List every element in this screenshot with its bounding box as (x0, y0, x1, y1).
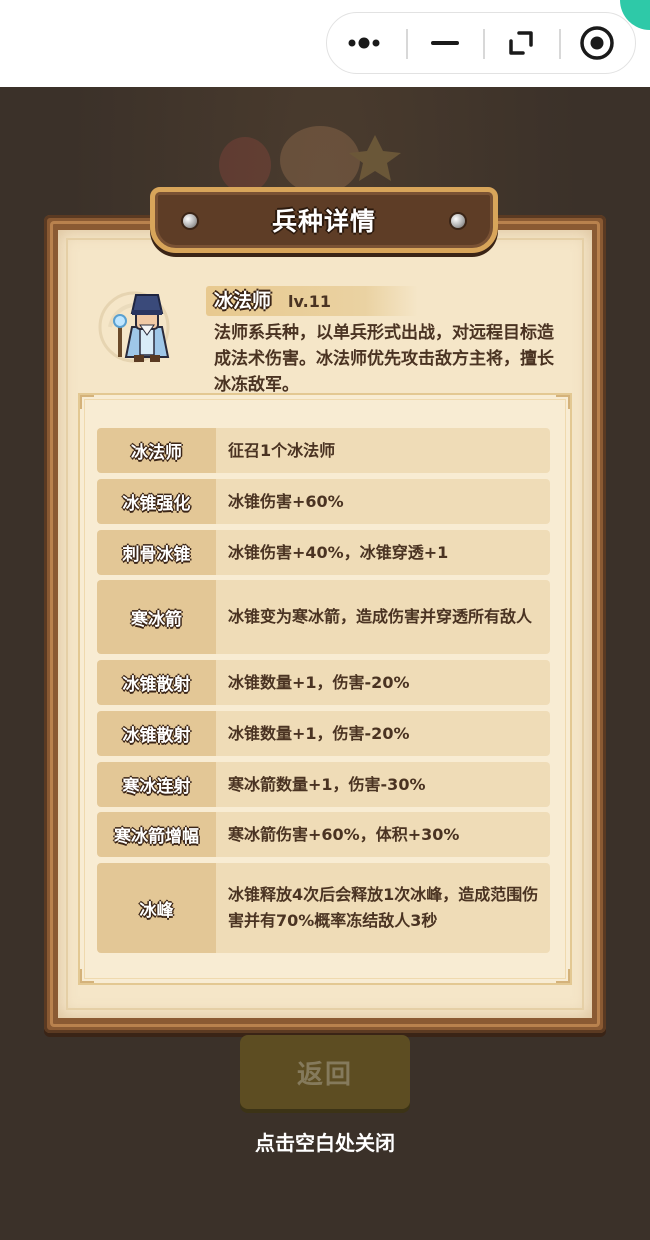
ice-mage-avatar (96, 287, 196, 367)
unit-description: 法师系兵种，以单兵形式出战，对远程目标造成法术伤害。冰法师优先攻击敌方主将，擅长… (214, 323, 554, 395)
skill-row: 寒冰连射 寒冰箭数量+1，伤害-30% (97, 762, 550, 807)
skill-desc: 寒冰箭数量+1，伤害-30% (216, 762, 550, 807)
skill-row: 冰锥散射 冰锥数量+1，伤害-20% (97, 711, 550, 756)
skill-name: 刺骨冰锥 (97, 530, 216, 575)
skill-name: 冰峰 (97, 863, 216, 953)
window-control-capsule (326, 12, 636, 74)
unit-level: lv.11 (288, 292, 331, 311)
skill-row: 寒冰箭增幅 寒冰箭伤害+60%，体积+30% (97, 812, 550, 857)
more-dots-icon[interactable] (327, 13, 405, 72)
skill-name: 冰锥散射 (97, 711, 216, 756)
skill-row: 冰锥散射 冰锥数量+1，伤害-20% (97, 660, 550, 705)
skill-name: 冰锥强化 (97, 479, 216, 524)
mini-program-top-bar (0, 0, 650, 87)
back-button[interactable]: 返回 (240, 1035, 410, 1109)
skill-row: 冰峰 冰锥释放4次后会释放1次冰峰，造成范围伤害并有70%概率冻结敌人3秒 (97, 863, 550, 953)
skill-desc: 冰锥数量+1，伤害-20% (216, 711, 550, 756)
restore-icon[interactable] (484, 13, 558, 72)
target-close-icon[interactable] (560, 13, 634, 72)
back-button-label: 返回 (296, 1059, 353, 1090)
corner-ornament (80, 969, 94, 983)
corner-ornament (556, 969, 570, 983)
skill-desc: 寒冰箭伤害+60%，体积+30% (216, 812, 550, 857)
modal-overlay[interactable]: 兵种详情 冰法师 lv.11 法师系兵种，以单兵形式出战，对远程目标造成法术伤害… (0, 87, 650, 1240)
skill-name: 冰锥散射 (97, 660, 216, 705)
skill-name: 寒冰连射 (97, 762, 216, 807)
skill-name: 冰法师 (97, 428, 216, 473)
minimize-icon[interactable] (407, 13, 483, 72)
skill-desc: 征召1个冰法师 (216, 428, 550, 473)
close-hint: 点击空白处关闭 (255, 1131, 395, 1155)
corner-ornament (556, 395, 570, 409)
unit-name: 冰法师 (214, 290, 272, 312)
skill-desc: 冰锥伤害+40%，冰锥穿透+1 (216, 530, 550, 575)
skill-desc: 冰锥变为寒冰箭，造成伤害并穿透所有敌人 (216, 580, 550, 654)
corner-ornament (80, 395, 94, 409)
skill-row: 刺骨冰锥 冰锥伤害+40%，冰锥穿透+1 (97, 530, 550, 575)
skill-row: 冰法师 征召1个冰法师 (97, 428, 550, 473)
skill-name: 寒冰箭增幅 (97, 812, 216, 857)
skill-desc: 冰锥伤害+60% (216, 479, 550, 524)
skill-row: 冰锥强化 冰锥伤害+60% (97, 479, 550, 524)
skill-name: 寒冰箭 (97, 580, 216, 654)
skill-desc: 冰锥释放4次后会释放1次冰峰，造成范围伤害并有70%概率冻结敌人3秒 (216, 863, 550, 953)
background-character-art (219, 126, 401, 194)
title-plaque: 兵种详情 (150, 187, 498, 253)
skill-desc: 冰锥数量+1，伤害-20% (216, 660, 550, 705)
skill-row: 寒冰箭 冰锥变为寒冰箭，造成伤害并穿透所有敌人 (97, 580, 550, 654)
dialog-title: 兵种详情 (271, 207, 376, 236)
